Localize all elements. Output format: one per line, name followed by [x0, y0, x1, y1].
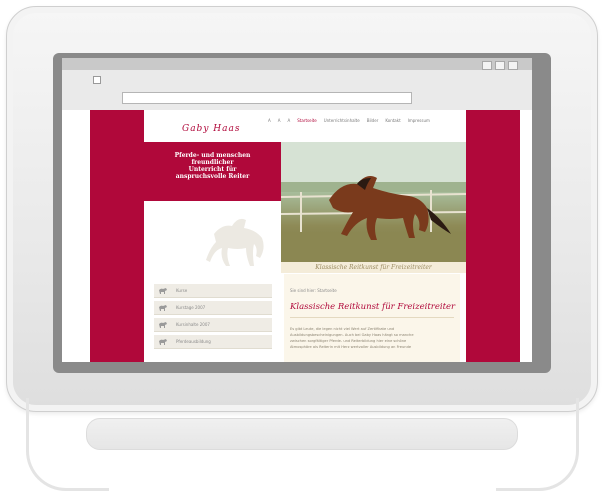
tagline-line: freundlicher [191, 159, 234, 166]
address-bar[interactable] [122, 92, 412, 104]
horse-icon [159, 339, 167, 345]
menu-item-course-days[interactable]: Kurstage 2007 [154, 301, 272, 315]
nav-imprint[interactable]: Impressum [408, 118, 430, 123]
nav-font-medium[interactable]: A [278, 118, 281, 123]
banner-horse-photo [281, 142, 466, 262]
site-logo[interactable]: Gaby Haas [182, 124, 240, 134]
right-margin-band [466, 110, 520, 362]
webpage: Gaby Haas A A A Startseite Unterrichtsin… [144, 110, 466, 362]
menu-item-label: Pferdeausbildung [176, 339, 211, 344]
monitor-base [86, 418, 518, 450]
menu-item-courses[interactable]: Kurse [154, 284, 272, 298]
menu-item-course-content[interactable]: Kursinhalte 2007 [154, 318, 272, 332]
maximize-button[interactable] [495, 61, 505, 70]
menu-item-label: Kurse [176, 288, 188, 293]
tagline-box: Pferde- und menschen freundlicher Unterr… [144, 142, 281, 201]
horse-icon [159, 288, 167, 294]
nav-font-large[interactable]: A [288, 118, 291, 123]
browser-toolbar [62, 70, 532, 110]
breadcrumb: Sie sind hier: Startseite [290, 288, 337, 293]
body-line: Atmosphäre als Reiterin mit Herz wertvol… [290, 345, 412, 349]
side-menu: Kurse Kurstage 2007 Kursinhalte 2007 Pfe… [154, 284, 272, 352]
nav-home[interactable]: Startseite [297, 118, 316, 123]
close-button[interactable] [508, 61, 518, 70]
back-button[interactable] [93, 76, 101, 84]
nav-pictures[interactable]: Bilder [367, 118, 379, 123]
horse-icon [159, 322, 167, 328]
nav-font-small[interactable]: A [268, 118, 271, 123]
tagline-line: Unterricht für [188, 166, 237, 173]
nav-contact[interactable]: Kontakt [385, 118, 400, 123]
horse-silhouette-icon [206, 218, 264, 266]
window-titlebar [62, 58, 532, 70]
horse-icon [159, 305, 167, 311]
menu-item-label: Kurstage 2007 [176, 305, 206, 310]
main-content: Sie sind hier: Startseite Klassische Rei… [284, 274, 460, 362]
tagline-line: anspruchsvolle Reiter [175, 173, 250, 180]
nav-lesson-content[interactable]: Unterrichtsinhalte [324, 118, 360, 123]
page-title: Klassische Reitkunst für Freizeitreiter [290, 302, 456, 312]
title-divider [290, 317, 454, 318]
menu-item-label: Kursinhalte 2007 [176, 322, 210, 327]
webpage-viewport: Gaby Haas A A A Startseite Unterrichtsin… [90, 110, 520, 362]
tagline-line: Pferde- und menschen [174, 152, 251, 159]
browser-window: Gaby Haas A A A Startseite Unterrichtsin… [62, 58, 532, 362]
left-margin-band [90, 110, 144, 362]
horse-photo-illustration [281, 142, 466, 262]
banner-caption: Klassische Reitkunst für Freizeitreiter [281, 262, 466, 273]
menu-item-horse-training[interactable]: Pferdeausbildung [154, 335, 272, 349]
minimize-button[interactable] [482, 61, 492, 70]
body-text: Es gibt Leute, die legen nicht viel Wert… [290, 326, 454, 350]
top-navigation: A A A Startseite Unterrichtsinhalte Bild… [268, 118, 430, 123]
